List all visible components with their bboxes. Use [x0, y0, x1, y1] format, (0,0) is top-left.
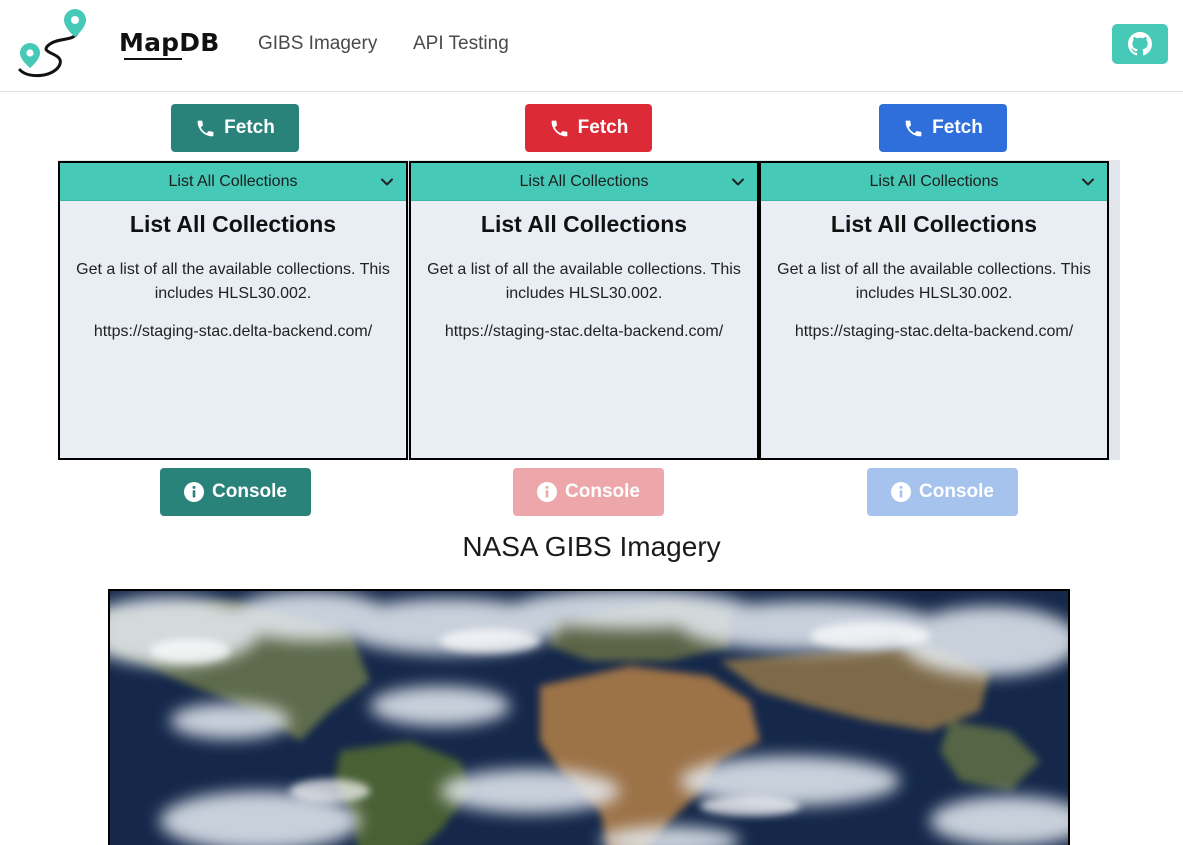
fetch-label: Fetch	[932, 117, 983, 138]
console-button-3[interactable]: Console	[867, 468, 1018, 516]
api-panel-2: List All Collections List All Collection…	[409, 161, 759, 460]
panel-url: https://staging-stac.delta-backend.com/	[93, 323, 373, 340]
api-panel-3: List All Collections List All Collection…	[759, 161, 1109, 460]
panel-url: https://staging-stac.delta-backend.com/	[794, 323, 1074, 340]
endpoint-select-value: List All Collections	[869, 172, 999, 190]
panel-title: List All Collections	[129, 211, 337, 237]
satellite-imagery	[110, 591, 1068, 845]
nav-api-testing[interactable]: API Testing	[413, 33, 509, 55]
chevron-down-icon	[381, 178, 393, 186]
navbar: MapDB GIBS Imagery API Testing	[0, 0, 1183, 92]
console-button-1[interactable]: Console	[160, 468, 311, 516]
fetch-button-2[interactable]: Fetch	[525, 104, 652, 152]
imagery-section-title: NASA GIBS Imagery	[462, 531, 721, 562]
github-icon	[1128, 32, 1152, 56]
panel-description: Get a list of all the available collecti…	[777, 261, 1091, 302]
fetch-label: Fetch	[224, 117, 275, 138]
phone-icon	[905, 120, 922, 136]
panel-description: Get a list of all the available collecti…	[76, 261, 390, 302]
endpoint-select[interactable]: List All Collections	[761, 163, 1107, 201]
endpoint-select[interactable]: List All Collections	[60, 163, 406, 201]
route-pin-icon	[18, 9, 86, 78]
info-circle-icon	[537, 482, 558, 502]
console-label: Console	[212, 481, 287, 502]
nav-gibs-imagery[interactable]: GIBS Imagery	[258, 33, 377, 55]
chevron-down-icon	[1082, 178, 1094, 186]
info-circle-icon	[184, 482, 205, 502]
console-label: Console	[919, 481, 994, 502]
fetch-button-3[interactable]: Fetch	[879, 104, 1007, 152]
info-circle-icon	[891, 482, 912, 502]
console-label: Console	[565, 481, 640, 502]
brand-logo[interactable]: MapDB	[16, 6, 219, 82]
panel-url: https://staging-stac.delta-backend.com/	[444, 323, 724, 340]
endpoint-select-value: List All Collections	[519, 172, 649, 190]
github-button[interactable]	[1112, 24, 1168, 64]
panel-title: List All Collections	[480, 211, 688, 237]
phone-icon	[197, 120, 214, 136]
brand-name: MapDB	[119, 28, 220, 57]
gibs-imagery-map[interactable]	[108, 589, 1070, 845]
endpoint-select[interactable]: List All Collections	[411, 163, 757, 201]
api-panel-1: List All Collections List All Collection…	[58, 161, 408, 460]
console-button-2[interactable]: Console	[513, 468, 664, 516]
phone-icon	[551, 120, 568, 136]
panel-description: Get a list of all the available collecti…	[427, 261, 741, 302]
panel-title: List All Collections	[830, 211, 1038, 237]
endpoint-select-value: List All Collections	[168, 172, 298, 190]
fetch-button-1[interactable]: Fetch	[171, 104, 299, 152]
fetch-label: Fetch	[577, 117, 629, 138]
brand-underline	[124, 58, 182, 60]
chevron-down-icon	[732, 178, 744, 186]
